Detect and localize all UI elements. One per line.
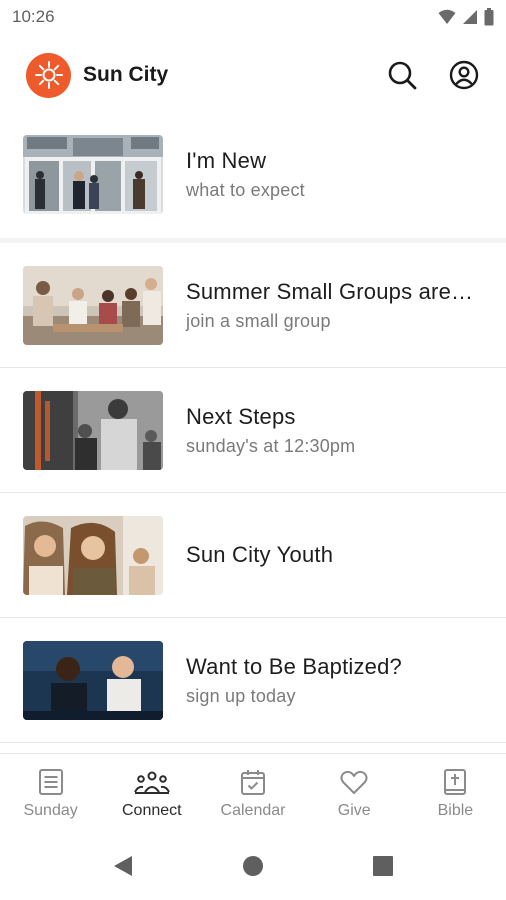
nav-label: Bible xyxy=(437,802,474,819)
feed-item-subtitle: sign up today xyxy=(186,685,296,706)
nav-label: Give xyxy=(337,802,371,819)
nav-label: Sunday xyxy=(23,802,78,819)
search-icon xyxy=(388,61,417,90)
status-time: 10:26 xyxy=(12,7,55,26)
app-header: Sun City xyxy=(0,48,506,102)
feed-item-summer-small-groups[interactable]: Summer Small Groups are… join a small gr… xyxy=(0,243,506,367)
feed-item-subtitle: what to expect xyxy=(186,179,305,200)
status-bar: 10:26 xyxy=(0,0,506,34)
battery-icon xyxy=(484,8,494,26)
feed-item-thumbnail xyxy=(23,134,163,214)
feed-item-title: I'm New xyxy=(186,147,267,173)
heart-icon xyxy=(340,770,368,794)
feed-item-text: Summer Small Groups are… join a small gr… xyxy=(186,279,506,332)
back-triangle-icon xyxy=(114,856,132,876)
feed-item-subtitle: sunday's at 12:30pm xyxy=(186,435,356,456)
app-screen: 10:26 Sun City I'm New what to expect Su… xyxy=(0,0,506,900)
nav-item-bible[interactable]: Bible xyxy=(405,754,506,834)
account-circle-icon xyxy=(449,60,479,90)
feed-item-im-new[interactable]: I'm New what to expect xyxy=(0,110,506,238)
header-actions xyxy=(386,59,480,91)
feed-item-text: Next Steps sunday's at 12:30pm xyxy=(186,404,506,457)
bottom-nav: Sunday Connect Calendar Give Bible xyxy=(0,753,506,834)
feed-item-text: I'm New what to expect xyxy=(186,148,506,201)
nav-item-connect[interactable]: Connect xyxy=(101,754,202,834)
news-icon xyxy=(38,769,63,795)
feed-item-title: Want to Be Baptized? xyxy=(186,653,402,679)
home-circle-icon xyxy=(243,856,263,876)
status-icons xyxy=(438,8,494,26)
bible-icon xyxy=(444,769,467,795)
feed-item-title: Sun City Youth xyxy=(186,542,334,567)
system-nav-bar xyxy=(0,838,506,894)
account-button[interactable] xyxy=(448,59,480,91)
wifi-icon xyxy=(438,9,456,24)
nav-item-calendar[interactable]: Calendar xyxy=(202,754,303,834)
nav-item-give[interactable]: Give xyxy=(304,754,405,834)
divider xyxy=(0,742,506,743)
recents-square-icon xyxy=(373,856,393,876)
feed-item-title: Summer Small Groups are… xyxy=(186,278,474,304)
feed-item-text: Want to Be Baptized? sign up today xyxy=(186,654,506,707)
sun-icon xyxy=(34,61,63,89)
feed-item-baptized[interactable]: Want to Be Baptized? sign up today xyxy=(0,618,506,742)
feed-item-thumbnail xyxy=(23,390,163,470)
search-button[interactable] xyxy=(386,59,418,91)
feed-item-title: Next Steps xyxy=(186,403,296,429)
home-button[interactable] xyxy=(238,851,268,881)
back-button[interactable] xyxy=(108,851,138,881)
nav-label: Connect xyxy=(122,802,182,819)
calendar-icon xyxy=(241,770,265,795)
nav-item-sunday[interactable]: Sunday xyxy=(0,754,101,834)
nav-label: Calendar xyxy=(220,802,286,819)
app-title: Sun City xyxy=(83,63,169,86)
feed-item-subtitle: join a small group xyxy=(186,310,331,331)
feed-item-thumbnail xyxy=(23,640,163,720)
people-icon xyxy=(133,771,170,794)
feed-item-thumbnail xyxy=(23,265,163,345)
connect-feed: I'm New what to expect Summer Small Grou… xyxy=(0,110,506,743)
sun-city-logo[interactable] xyxy=(26,52,71,98)
signal-icon xyxy=(463,10,477,24)
feed-item-next-steps[interactable]: Next Steps sunday's at 12:30pm xyxy=(0,368,506,492)
recents-button[interactable] xyxy=(368,851,398,881)
feed-item-text: Sun City Youth xyxy=(186,542,506,568)
feed-item-thumbnail xyxy=(23,515,163,595)
feed-item-sun-city-youth[interactable]: Sun City Youth xyxy=(0,493,506,617)
